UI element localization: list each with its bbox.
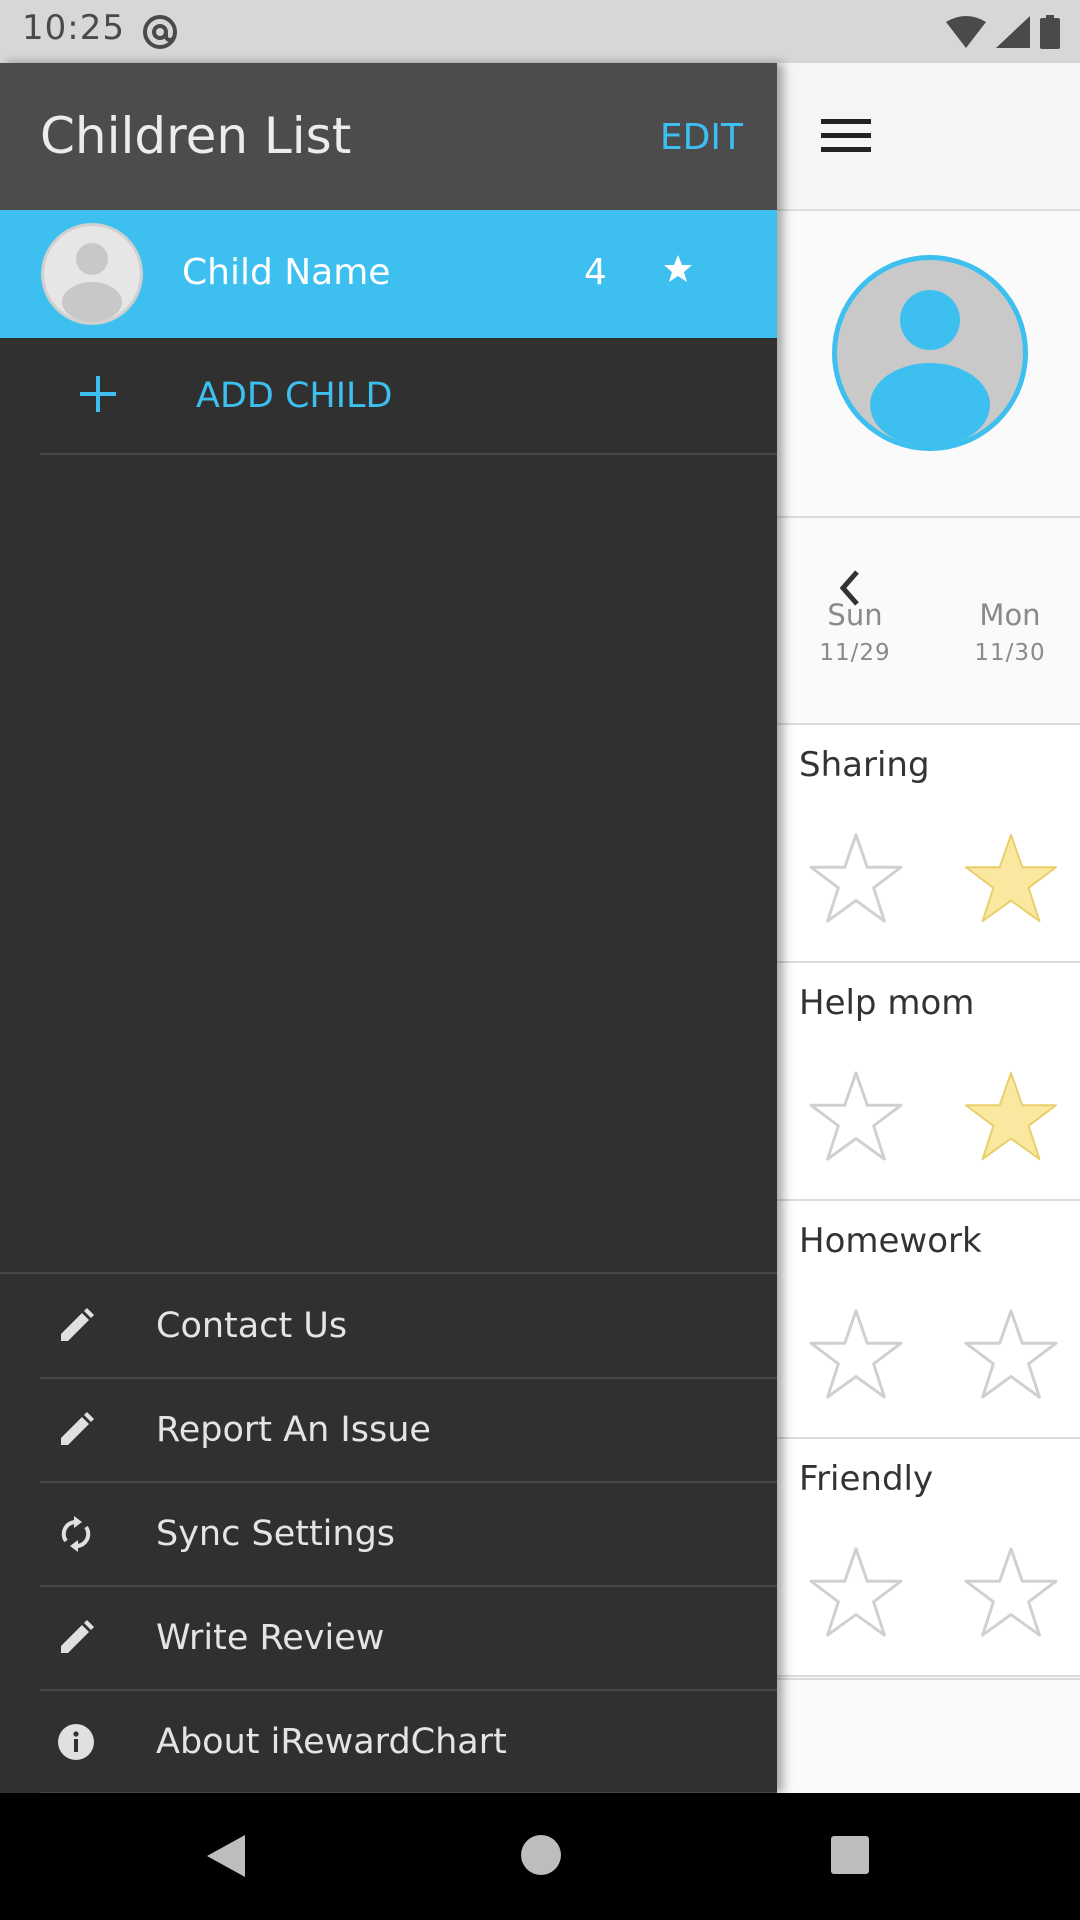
pencil-icon [61, 1308, 94, 1341]
task-row-homework: Homework [777, 1201, 1080, 1439]
pencil-icon [61, 1620, 94, 1653]
person-icon [62, 243, 122, 322]
wifi-icon [946, 16, 986, 48]
child-list-item[interactable]: Child Name 4 [0, 210, 777, 338]
divider [777, 1678, 1080, 1680]
day-name: Mon [979, 598, 1041, 632]
add-child-button[interactable]: ADD CHILD [0, 338, 777, 454]
avatar [41, 223, 143, 325]
drawer-header: Children List EDIT [0, 63, 777, 210]
drawer-title: Children List [40, 107, 352, 165]
status-bar: 10:25 [0, 0, 1080, 63]
child-profile-avatar[interactable] [832, 255, 1028, 451]
star-icon[interactable] [962, 831, 1060, 925]
signal-icon [996, 16, 1030, 48]
day-date: 11/29 [819, 640, 891, 666]
pencil-icon [61, 1412, 94, 1445]
plus-icon [80, 376, 116, 412]
task-row-help-mom: Help mom [777, 963, 1080, 1201]
person-icon [870, 290, 990, 446]
menu-item-label: About iRewardChart [156, 1722, 507, 1762]
task-row-friendly: Friendly [777, 1439, 1080, 1677]
star-count: 4 [584, 252, 607, 293]
edit-button[interactable]: EDIT [660, 117, 743, 158]
menu-item-label: Report An Issue [156, 1410, 431, 1450]
menu-item-sync-settings[interactable]: Sync Settings [0, 1482, 777, 1586]
task-name: Friendly [799, 1459, 934, 1499]
child-name: Child Name [182, 252, 391, 293]
star-icon[interactable] [962, 1545, 1060, 1639]
task-name: Sharing [799, 745, 930, 785]
divider [40, 453, 777, 455]
day-column-mon: Mon 11/30 [960, 598, 1060, 666]
reward-chart-screen: Sun 11/29 Mon 11/30 Sharing Help mom Hom… [777, 63, 1080, 1793]
info-icon [58, 1724, 94, 1760]
back-icon[interactable] [205, 1835, 245, 1877]
add-child-label: ADD CHILD [196, 376, 393, 416]
status-time: 10:25 [22, 8, 125, 48]
task-row-sharing: Sharing [777, 725, 1080, 963]
menu-item-contact-us[interactable]: Contact Us [0, 1274, 777, 1378]
star-icon[interactable] [962, 1307, 1060, 1401]
day-name: Sun [827, 598, 883, 632]
star-icon [664, 255, 692, 282]
home-icon[interactable] [521, 1835, 561, 1875]
week-navigation: Sun 11/29 Mon 11/30 [777, 518, 1080, 725]
navigation-drawer: Children List EDIT Child Name 4 ADD CHIL… [0, 63, 777, 1794]
star-icon[interactable] [807, 831, 905, 925]
day-column-sun: Sun 11/29 [805, 598, 905, 666]
task-name: Homework [799, 1221, 982, 1261]
menu-item-label: Contact Us [156, 1306, 348, 1346]
star-icon[interactable] [807, 1307, 905, 1401]
battery-icon [1040, 15, 1060, 49]
menu-item-about[interactable]: About iRewardChart [0, 1690, 777, 1794]
menu-item-label: Sync Settings [156, 1514, 396, 1554]
recent-apps-icon[interactable] [831, 1836, 869, 1874]
profile-area [777, 211, 1080, 518]
system-navigation-bar [0, 1793, 1080, 1920]
menu-item-write-review[interactable]: Write Review [0, 1586, 777, 1690]
star-icon[interactable] [962, 1069, 1060, 1163]
menu-item-label: Write Review [156, 1618, 385, 1658]
app-toolbar [777, 63, 1080, 211]
star-icon[interactable] [807, 1545, 905, 1639]
day-date: 11/30 [974, 640, 1046, 666]
menu-icon[interactable] [821, 119, 871, 153]
sync-icon [61, 1516, 91, 1552]
task-name: Help mom [799, 983, 975, 1023]
star-icon[interactable] [807, 1069, 905, 1163]
at-sign-icon [143, 15, 177, 49]
menu-item-report-issue[interactable]: Report An Issue [0, 1378, 777, 1482]
